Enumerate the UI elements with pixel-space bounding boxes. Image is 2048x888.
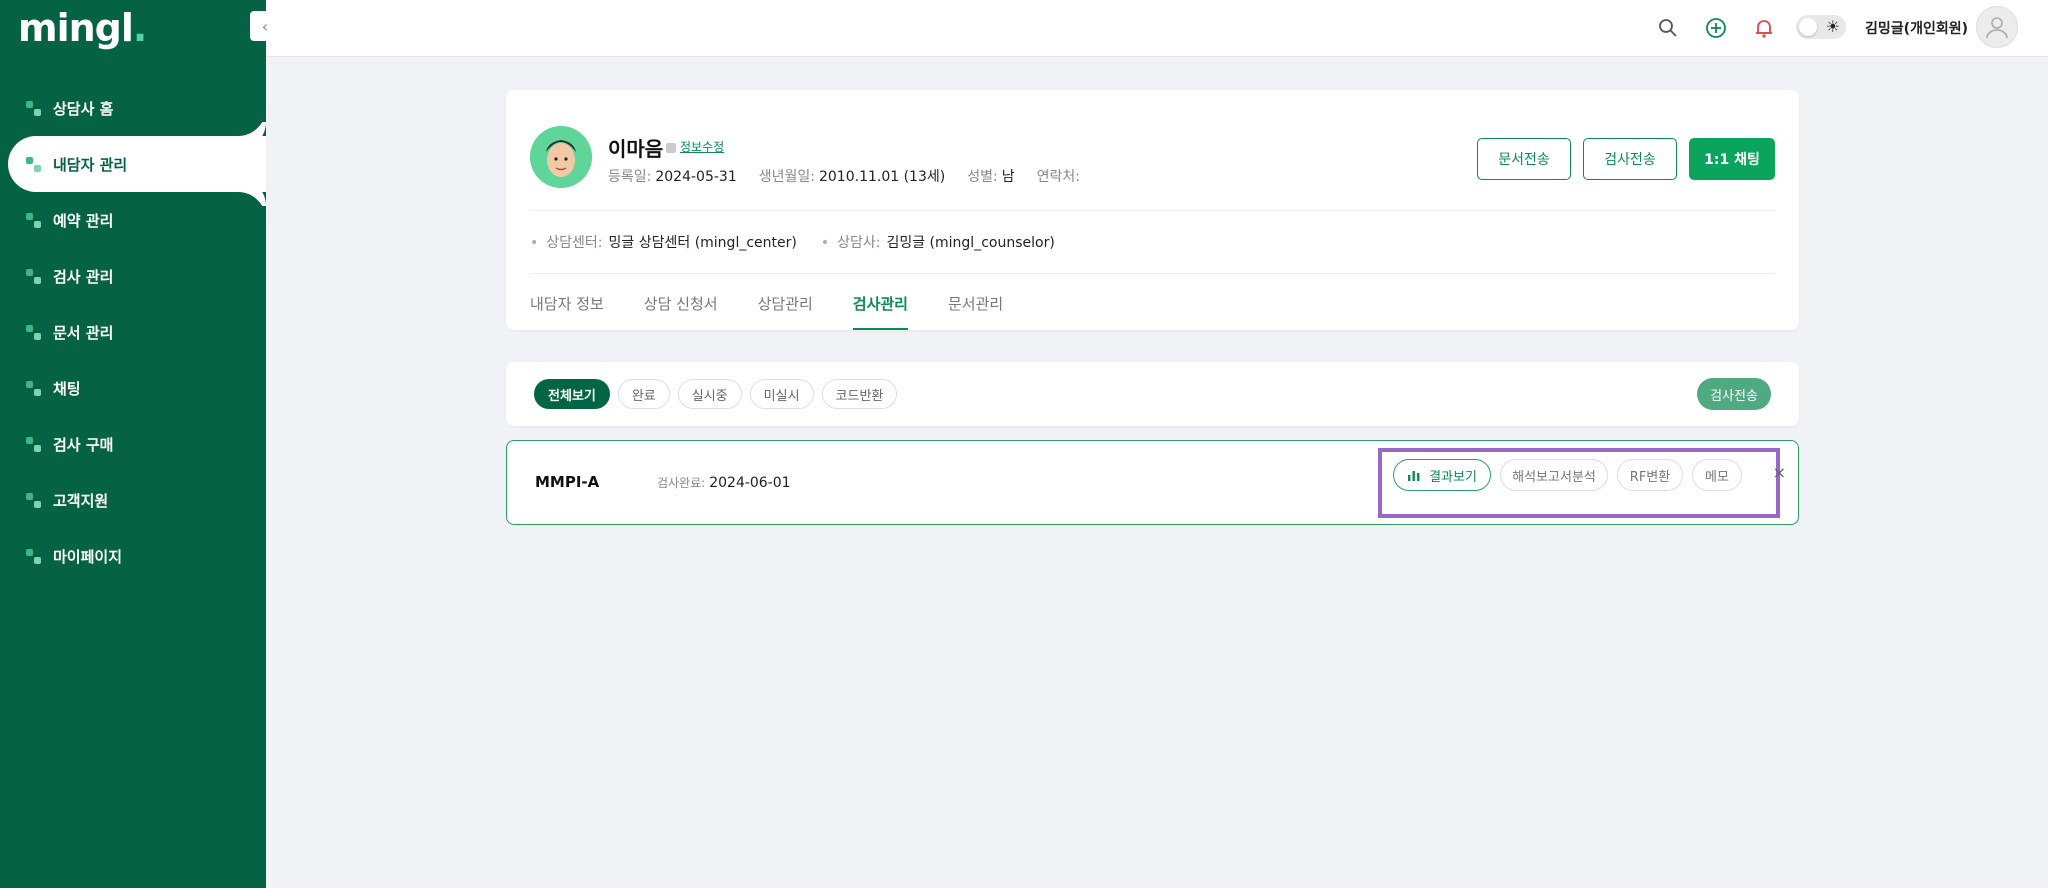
avatar-icon[interactable]	[1976, 6, 2018, 48]
tab-documents[interactable]: 문서관리	[948, 290, 1003, 330]
divider	[530, 273, 1775, 274]
sidebar-item-chat[interactable]: 채팅	[0, 360, 266, 416]
counselor-label: 상담사:	[837, 235, 881, 251]
view-result-label: 결과보기	[1429, 469, 1477, 485]
user-icon	[26, 548, 41, 564]
filter-chip-not-started[interactable]: 미실시	[749, 379, 814, 409]
interpretation-report-button[interactable]: 해석보고서분석	[1500, 459, 1608, 491]
sun-icon: ☀	[1825, 17, 1840, 36]
sidebar-item-document-management[interactable]: 문서 관리	[0, 304, 266, 360]
client-meta: 등록일: 2024-05-31 생년월일: 2010.11.01 (13세) 성별:…	[608, 166, 1084, 186]
calendar-icon	[26, 212, 41, 228]
sidebar-item-label: 문서 관리	[53, 323, 114, 342]
sidebar-item-label: 예약 관리	[53, 211, 114, 230]
filter-bar: 전체보기 완료 실시중 미실시 코드반환 검사전송	[506, 362, 1799, 426]
sidebar-item-support[interactable]: 고객지원	[0, 472, 266, 528]
sidebar-item-mypage[interactable]: 마이페이지	[0, 528, 266, 584]
birth-value: 2010.11.01 (13세)	[818, 169, 946, 185]
logo[interactable]: mingl.	[18, 6, 147, 50]
client-icon	[26, 156, 41, 172]
center-label: 상담센터:	[546, 235, 603, 251]
send-test-button[interactable]: 검사전송	[1583, 138, 1677, 180]
sidebar-item-test-management[interactable]: 검사 관리	[0, 248, 266, 304]
test-icon	[26, 268, 41, 284]
memo-button[interactable]: 메모	[1692, 459, 1742, 491]
support-icon	[26, 492, 41, 508]
filter-send-test-button[interactable]: 검사전송	[1697, 378, 1771, 410]
sidebar-item-label: 마이페이지	[53, 547, 123, 566]
sidebar-nav: 상담사 홈 내담자 관리 예약 관리 검사 관리 문서 관리 채팅 검사 구매 …	[0, 80, 266, 584]
center-info-row: • 상담센터: 밍글 상담센터 (mingl_center) • 상담사: 김밍글 (m…	[530, 235, 1055, 251]
test-completion: 검사완료: 2024-06-01	[657, 474, 791, 491]
status-filter-chips: 전체보기 완료 실시중 미실시 코드반환	[534, 379, 898, 409]
sidebar-item-label: 내담자 관리	[53, 155, 128, 174]
filter-chip-done[interactable]: 완료	[617, 379, 670, 409]
sidebar-item-label: 검사 구매	[53, 435, 114, 454]
chat-button[interactable]: 1:1 채팅	[1689, 138, 1775, 180]
close-icon[interactable]: ×	[1773, 463, 1786, 482]
completion-date: 2024-06-01	[709, 475, 791, 491]
reg-date-label: 등록일:	[608, 169, 652, 185]
sidebar: mingl. 상담사 홈 내담자 관리 예약 관리 검사 관리 문서 관리 채팅…	[0, 0, 266, 888]
rf-convert-button[interactable]: RF변환	[1617, 459, 1683, 491]
bell-icon[interactable]	[1750, 14, 1778, 42]
theme-toggle[interactable]: ☀	[1796, 15, 1846, 39]
add-circle-icon[interactable]	[1702, 14, 1730, 42]
contact-label: 연락처:	[1036, 169, 1080, 185]
sidebar-item-reservation[interactable]: 예약 관리	[0, 192, 266, 248]
search-icon[interactable]	[1654, 14, 1682, 42]
view-result-button[interactable]: 결과보기	[1393, 459, 1491, 491]
sidebar-item-label: 고객지원	[53, 491, 109, 510]
edit-info-link[interactable]: 정보수정	[666, 138, 724, 155]
tab-application[interactable]: 상담 신청서	[644, 290, 718, 330]
chat-icon	[26, 380, 41, 396]
completion-label: 검사완료:	[657, 476, 706, 490]
sidebar-collapse-button[interactable]: ‹	[250, 11, 280, 41]
send-document-button[interactable]: 문서전송	[1477, 138, 1571, 180]
home-icon	[26, 100, 41, 116]
gender-value: 남	[1001, 169, 1015, 185]
tab-counseling[interactable]: 상담관리	[758, 290, 813, 330]
bar-chart-icon	[1408, 471, 1420, 481]
toggle-knob	[1799, 18, 1817, 36]
reg-date-value: 2024-05-31	[655, 169, 737, 185]
divider	[530, 210, 1775, 211]
edit-info-label: 정보수정	[680, 140, 725, 154]
sidebar-item-label: 채팅	[53, 379, 81, 398]
birth-label: 생년월일:	[758, 169, 815, 185]
test-name: MMPI-A	[535, 473, 600, 491]
top-header: ☀ 김밍글(개인회원)	[266, 0, 2048, 57]
sidebar-item-counselor-home[interactable]: 상담사 홈	[0, 80, 266, 136]
purchase-icon	[26, 436, 41, 452]
filter-chip-code-returned[interactable]: 코드반환	[821, 379, 898, 409]
client-avatar	[530, 126, 592, 188]
counselor-value: 김밍글 (mingl_counselor)	[886, 235, 1055, 251]
sidebar-item-label: 상담사 홈	[53, 99, 114, 118]
filter-chip-all[interactable]: 전체보기	[534, 379, 610, 409]
tab-test-management[interactable]: 검사관리	[852, 290, 909, 330]
tab-client-info[interactable]: 내담자 정보	[530, 290, 604, 330]
client-tabs: 내담자 정보 상담 신청서 상담관리 검사관리 문서관리	[530, 290, 1003, 330]
filter-chip-in-progress[interactable]: 실시중	[677, 379, 742, 409]
user-name[interactable]: 김밍글(개인회원)	[1865, 18, 1968, 38]
center-value: 밍글 상담센터 (mingl_center)	[608, 235, 797, 251]
client-profile-card: 이마음 정보수정 등록일: 2024-05-31 생년월일: 2010.11.01 …	[506, 90, 1799, 330]
document-icon	[26, 324, 41, 340]
test-result-row: MMPI-A 검사완료: 2024-06-01 결과보기 해석보고서분석 RF변환…	[506, 440, 1799, 525]
sidebar-item-label: 검사 관리	[53, 267, 114, 286]
sidebar-item-test-purchase[interactable]: 검사 구매	[0, 416, 266, 472]
client-name: 이마음	[608, 137, 664, 161]
sidebar-item-client-management[interactable]: 내담자 관리	[8, 136, 266, 192]
pencil-icon	[666, 142, 676, 153]
gender-label: 성별:	[967, 169, 998, 185]
